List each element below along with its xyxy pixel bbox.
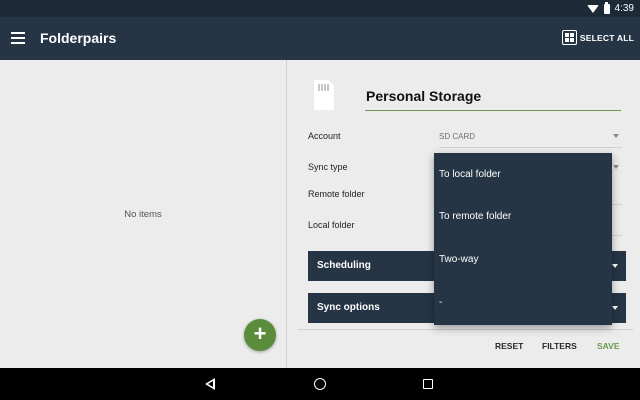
select-all-label: SELECT ALL (579, 32, 634, 43)
folderpair-list: No items + (0, 60, 286, 368)
option-two-way[interactable]: Two-way (434, 240, 612, 280)
status-icons: 4:39 (586, 0, 634, 17)
home-icon[interactable] (314, 378, 326, 390)
status-bar: 4:39 (0, 0, 640, 17)
wifi-icon (586, 4, 599, 13)
footer-divider (298, 329, 633, 330)
back-icon[interactable] (205, 378, 215, 390)
option-to-local-folder[interactable]: To local folder (434, 155, 612, 195)
battery-icon (603, 1, 610, 14)
save-button[interactable]: SAVE (597, 341, 620, 351)
status-time: 4:39 (614, 3, 634, 14)
sync-options-label: Sync options (317, 302, 380, 313)
recent-apps-icon[interactable] (423, 379, 433, 389)
account-underline (439, 147, 622, 148)
system-nav-bar (0, 368, 640, 400)
sync-type-dropdown-menu: To local folder To remote folder Two-way… (434, 153, 612, 325)
sync-type-dropdown-arrow-icon[interactable] (613, 165, 619, 169)
local-folder-label: Local folder (308, 220, 355, 230)
chevron-down-icon (612, 264, 618, 268)
empty-list-text: No items (124, 209, 162, 220)
chevron-down-icon (612, 306, 618, 310)
reset-button[interactable]: RESET (495, 341, 523, 351)
select-all-grid-icon (561, 30, 577, 45)
sync-type-label: Sync type (308, 162, 348, 172)
option-to-remote-folder[interactable]: To remote folder (434, 197, 612, 237)
add-folderpair-button[interactable]: + (244, 319, 276, 351)
sd-card-icon (314, 80, 334, 110)
folderpair-name-input[interactable]: Personal Storage (365, 87, 621, 111)
account-dropdown-arrow-icon[interactable] (613, 134, 619, 138)
option-none[interactable]: - (434, 283, 612, 323)
account-value[interactable]: SD CARD (439, 132, 475, 141)
menu-icon[interactable] (11, 32, 25, 44)
scheduling-label: Scheduling (317, 260, 371, 271)
filters-button[interactable]: FILTERS (542, 341, 577, 351)
account-label: Account (308, 131, 341, 141)
select-all-button[interactable]: SELECT ALL (561, 30, 634, 45)
page-title: Folderpairs (40, 30, 117, 46)
app-bar: Folderpairs SELECT ALL (0, 17, 640, 60)
remote-folder-label: Remote folder (308, 189, 365, 199)
